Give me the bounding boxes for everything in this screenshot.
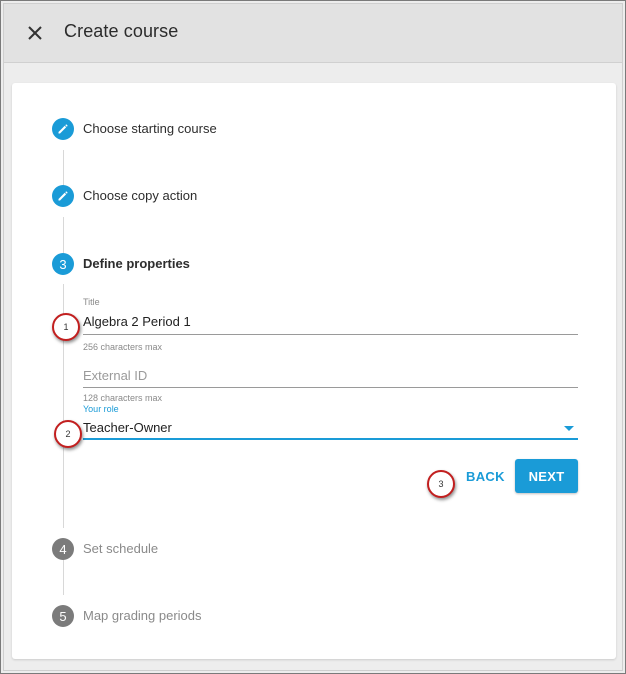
step-5-label: Map grading periods (83, 608, 202, 623)
role-select[interactable]: Teacher-Owner (83, 420, 172, 435)
step-connector (63, 217, 64, 253)
role-field-label: Your role (83, 404, 119, 414)
step-2-indicator (52, 185, 74, 207)
step-connector (63, 150, 64, 186)
step-3-label: Define properties (83, 256, 190, 271)
callout-marker-3: 3 (427, 470, 455, 498)
title-field[interactable]: Algebra 2 Period 1 (83, 314, 191, 329)
step-3-indicator: 3 (52, 253, 74, 275)
step-4-label: Set schedule (83, 541, 159, 556)
stepper-card: Choose starting course Choose copy actio… (12, 83, 616, 659)
step-5-indicator: 5 (52, 605, 74, 627)
caret-down-icon[interactable] (564, 426, 574, 431)
step-connector (63, 559, 64, 595)
close-icon (28, 26, 42, 40)
callout-marker-1: 1 (52, 313, 80, 341)
step-2-label: Choose copy action (83, 188, 198, 203)
title-field-label: Title (83, 297, 100, 307)
next-button[interactable]: NEXT (515, 459, 578, 493)
step-4-indicator: 4 (52, 538, 74, 560)
back-button[interactable]: BACK (466, 469, 505, 484)
pencil-icon (58, 191, 68, 201)
dialog-title: Create course (64, 21, 179, 41)
step-1-indicator (52, 118, 74, 140)
external-id-field[interactable]: External ID (83, 368, 147, 383)
external-id-helper-text: 128 characters max (83, 393, 163, 403)
dialog: Create course Choose starting course Cho… (3, 3, 623, 671)
close-button[interactable] (24, 22, 46, 44)
dialog-header: Create course (4, 4, 622, 63)
title-field-underline (83, 334, 578, 335)
title-helper-text: 256 characters max (83, 342, 163, 352)
step-1-label: Choose starting course (83, 121, 217, 136)
callout-marker-2: 2 (54, 420, 82, 448)
role-select-underline (83, 438, 578, 440)
screenshot-frame: Create course Choose starting course Cho… (0, 0, 626, 674)
external-id-underline (83, 387, 578, 388)
pencil-icon (58, 124, 68, 134)
